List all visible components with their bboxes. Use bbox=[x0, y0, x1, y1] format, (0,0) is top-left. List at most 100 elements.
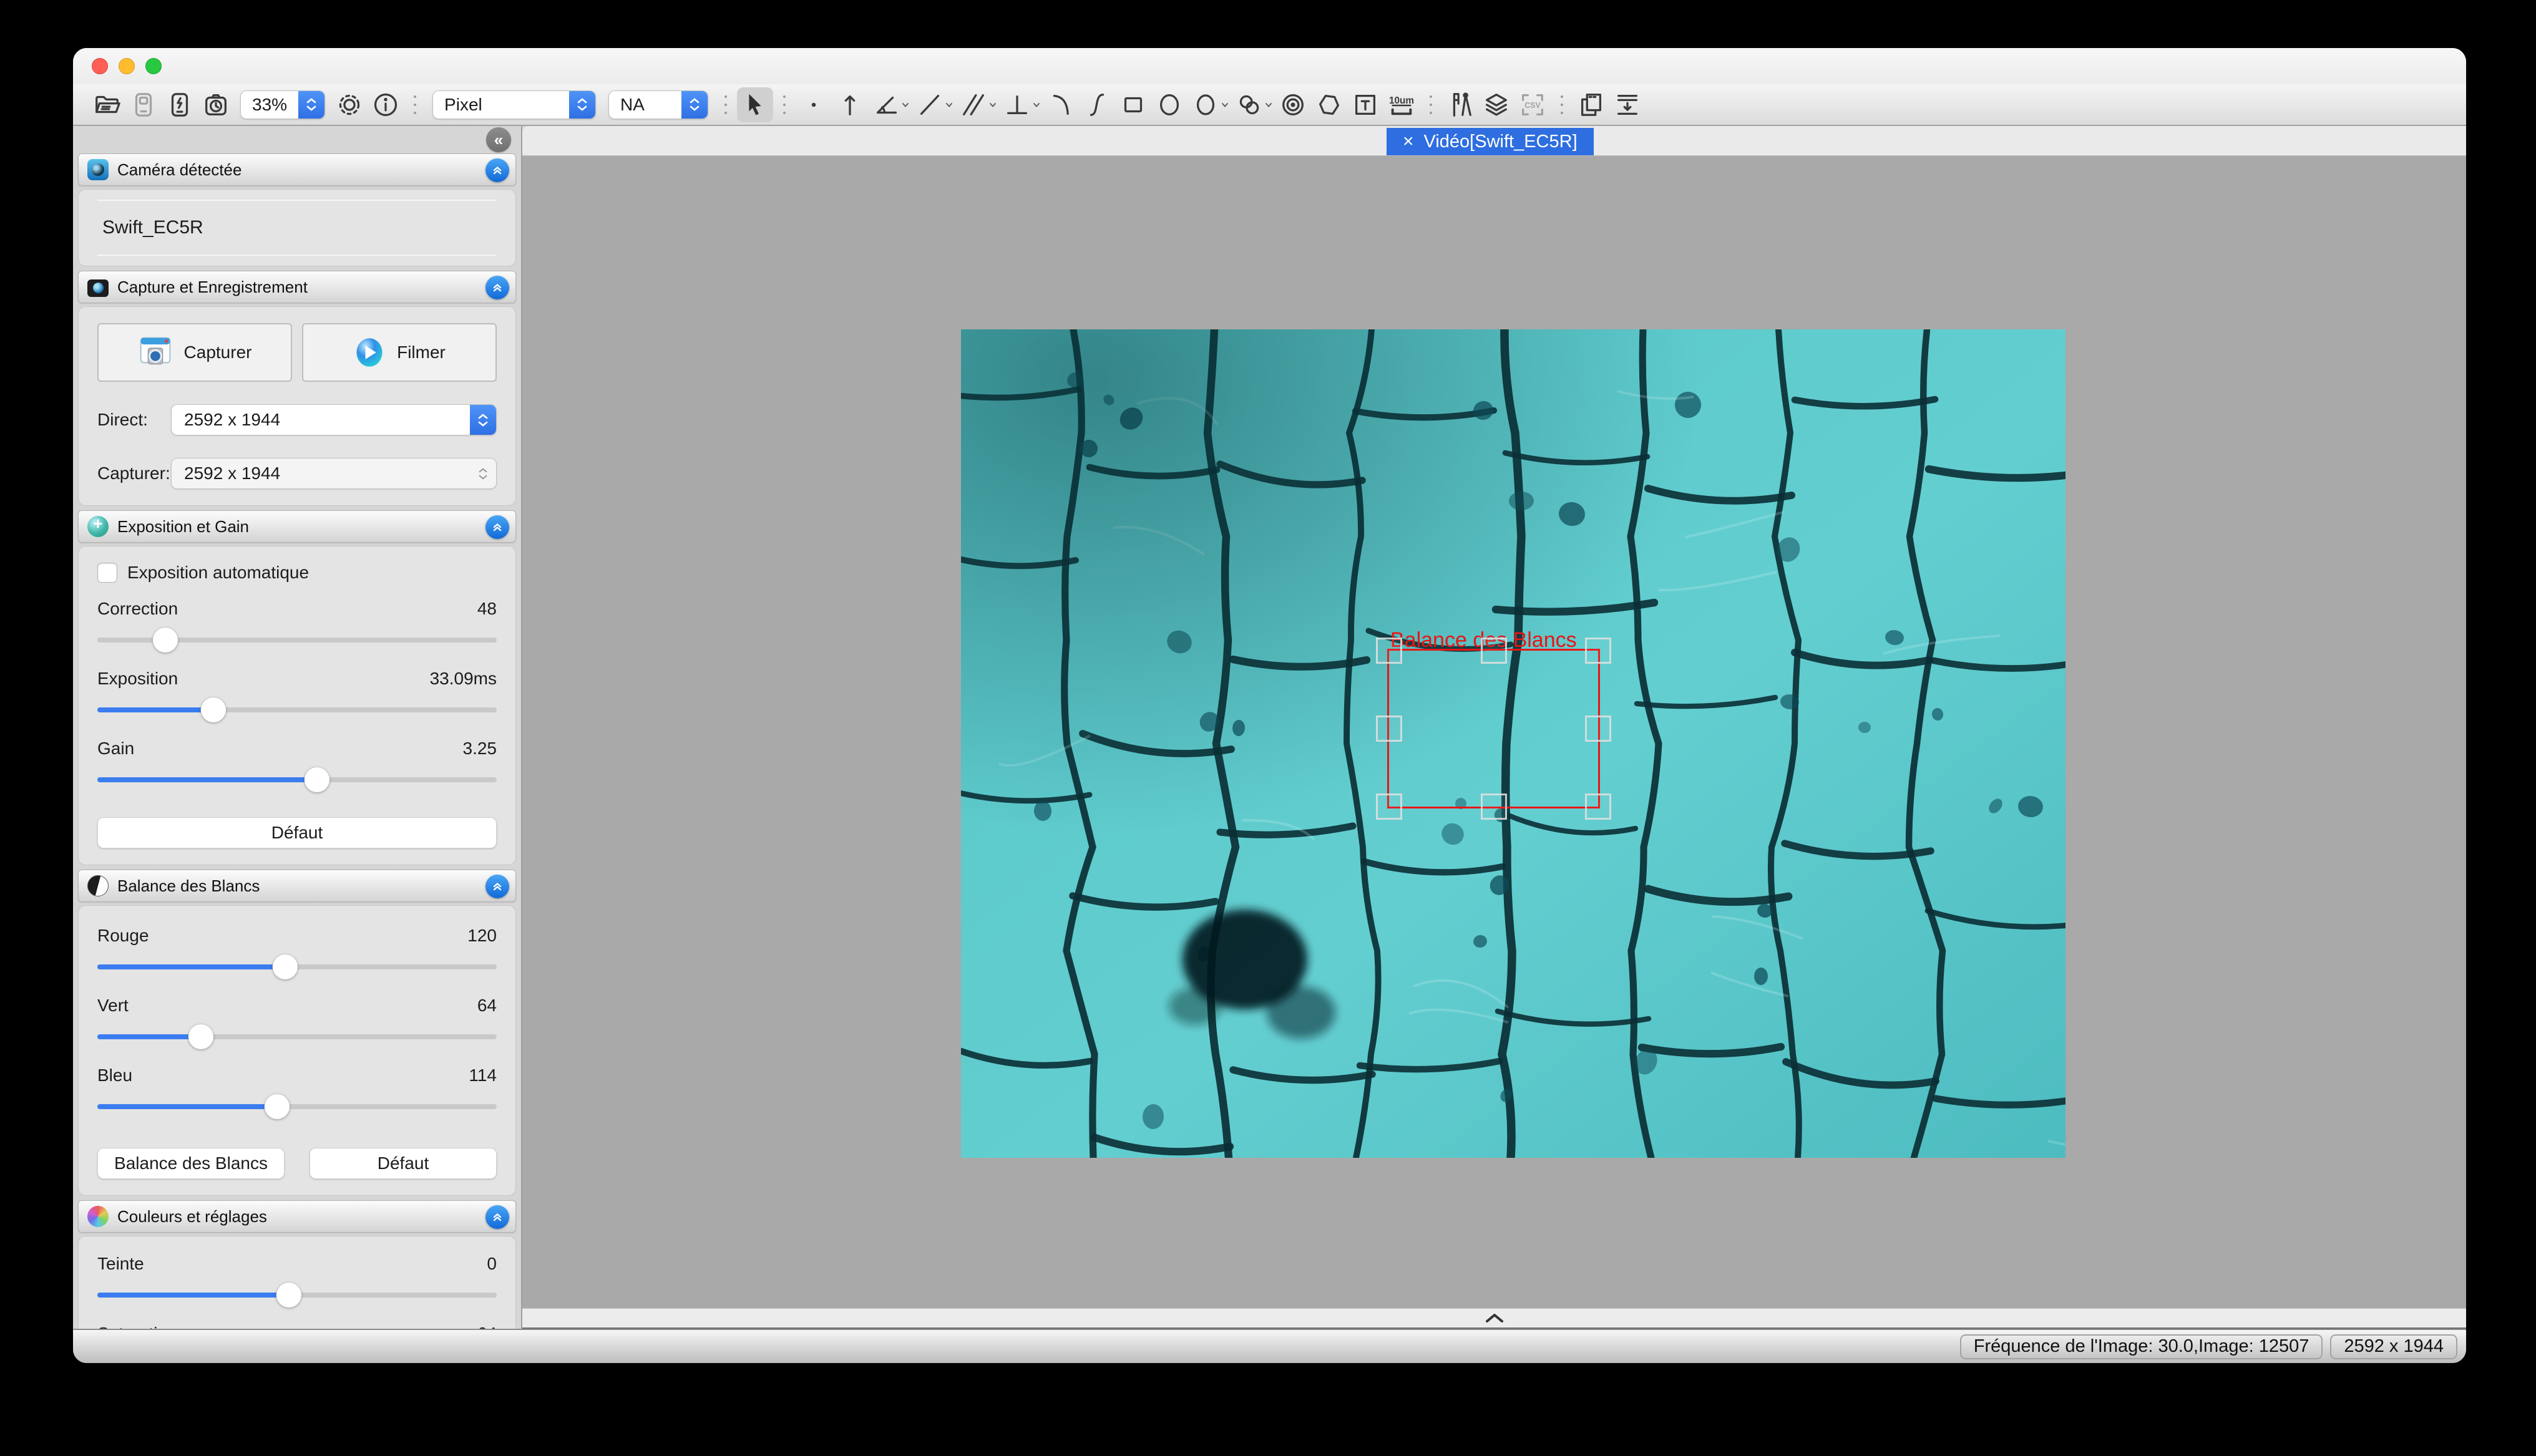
zoom-level-select[interactable]: 33% bbox=[240, 90, 325, 119]
unit-select[interactable]: Pixel bbox=[432, 90, 596, 119]
rectangle-tool-button[interactable] bbox=[1115, 87, 1151, 122]
chevron-down-icon[interactable] bbox=[1031, 100, 1041, 110]
title-bar[interactable] bbox=[73, 48, 2466, 84]
slider-thumb[interactable] bbox=[276, 1283, 301, 1308]
chevron-down-icon[interactable] bbox=[988, 100, 998, 110]
collapse-panel-button[interactable] bbox=[485, 1205, 509, 1229]
circle-icon bbox=[1191, 90, 1220, 119]
minimize-window-button[interactable] bbox=[119, 58, 135, 74]
toolbar-separator bbox=[1561, 95, 1563, 114]
white-balance-default-button[interactable]: Défaut bbox=[310, 1148, 497, 1179]
exposure-default-button[interactable]: Défaut bbox=[97, 817, 497, 848]
panel-camera-header[interactable]: Caméra détectée bbox=[78, 153, 516, 186]
tab-video[interactable]: × Vidéo[Swift_EC5R] bbox=[1387, 128, 1594, 155]
perpendicular-tool-button[interactable] bbox=[999, 87, 1035, 122]
snapshot-button[interactable] bbox=[162, 87, 198, 122]
snap-resolution-stepper-icon[interactable] bbox=[470, 459, 496, 488]
scale-bar-tool-button[interactable]: 10um bbox=[1383, 87, 1420, 122]
copy-button[interactable] bbox=[1573, 87, 1609, 122]
roi-handle[interactable] bbox=[1481, 794, 1507, 820]
collapse-panel-button[interactable] bbox=[485, 875, 509, 898]
panel-white-balance-header[interactable]: Balance des Blancs bbox=[78, 870, 516, 902]
na-stepper-icon[interactable] bbox=[681, 91, 708, 119]
correction-slider[interactable] bbox=[97, 628, 497, 653]
roi-handle[interactable] bbox=[1585, 716, 1611, 742]
line-tool-button[interactable] bbox=[912, 87, 948, 122]
hue-slider[interactable] bbox=[97, 1283, 497, 1308]
zoom-window-button[interactable] bbox=[145, 58, 162, 74]
capture-button[interactable]: Capturer bbox=[97, 323, 292, 382]
panel-white-balance-title: Balance des Blancs bbox=[117, 876, 260, 896]
roi-handle[interactable] bbox=[1376, 716, 1402, 742]
slider-thumb[interactable] bbox=[153, 628, 178, 653]
exposure-slider[interactable] bbox=[97, 697, 497, 722]
collapse-panel-button[interactable] bbox=[485, 276, 509, 299]
record-button[interactable]: Filmer bbox=[302, 323, 497, 382]
slider-thumb[interactable] bbox=[188, 1024, 213, 1049]
live-resolution-select[interactable]: 2592 x 1944 bbox=[171, 404, 497, 435]
zoom-stepper-icon[interactable] bbox=[298, 91, 324, 119]
measure-tool-button[interactable] bbox=[1442, 87, 1478, 122]
collapse-panel-button[interactable] bbox=[485, 515, 509, 539]
toolbar-separator bbox=[724, 95, 727, 114]
na-select[interactable]: NA bbox=[608, 90, 708, 119]
circle-tool-button[interactable] bbox=[1188, 87, 1224, 122]
chevron-down-icon[interactable] bbox=[900, 100, 910, 110]
layers-button[interactable] bbox=[1478, 87, 1514, 122]
chevron-down-icon[interactable] bbox=[1264, 100, 1274, 110]
auto-exposure-checkbox[interactable] bbox=[97, 563, 117, 583]
white-balance-roi[interactable]: Balance des Blancs bbox=[1387, 649, 1600, 808]
concentric-circles-tool-button[interactable] bbox=[1275, 87, 1311, 122]
close-window-button[interactable] bbox=[92, 58, 108, 74]
snap-resolution-select[interactable]: 2592 x 1944 bbox=[171, 458, 497, 489]
save-button[interactable] bbox=[125, 87, 162, 122]
text-tool-button[interactable] bbox=[1347, 87, 1383, 122]
roi-handle[interactable] bbox=[1481, 638, 1507, 664]
info-button[interactable] bbox=[368, 87, 404, 122]
annulus-tool-button[interactable] bbox=[1231, 87, 1267, 122]
slider-thumb[interactable] bbox=[305, 767, 329, 792]
flatten-button[interactable] bbox=[1609, 87, 1646, 122]
panel-capture-header[interactable]: Capture et Enregistrement bbox=[78, 271, 516, 303]
polygon-tool-button[interactable] bbox=[1311, 87, 1347, 122]
panel-exposure-header[interactable]: Exposition et Gain bbox=[78, 510, 516, 543]
export-csv-button[interactable]: CSV bbox=[1514, 87, 1551, 122]
gain-slider[interactable] bbox=[97, 767, 497, 792]
pointer-tool-button[interactable] bbox=[737, 87, 773, 122]
timer-capture-button[interactable] bbox=[198, 87, 234, 122]
chevron-down-icon[interactable] bbox=[1220, 100, 1230, 110]
white-balance-button[interactable]: Balance des Blancs bbox=[97, 1148, 285, 1179]
collapse-panel-button[interactable] bbox=[485, 158, 509, 182]
roi-handle[interactable] bbox=[1376, 638, 1402, 664]
roi-handle[interactable] bbox=[1585, 794, 1611, 820]
ellipse-tool-button[interactable] bbox=[1151, 87, 1188, 122]
curve-tool-button[interactable] bbox=[1079, 87, 1115, 122]
roi-handle[interactable] bbox=[1585, 638, 1611, 664]
image-canvas[interactable]: Balance des Blancs bbox=[522, 156, 2466, 1308]
slider-thumb[interactable] bbox=[201, 697, 226, 722]
slider-thumb[interactable] bbox=[273, 954, 298, 979]
red-slider[interactable] bbox=[97, 954, 497, 979]
panel-colors-header[interactable]: Couleurs et réglages bbox=[78, 1200, 516, 1233]
pointer-icon bbox=[741, 90, 769, 119]
slider-thumb[interactable] bbox=[265, 1094, 290, 1119]
sidebar-collapse-button[interactable]: « bbox=[486, 127, 511, 152]
unit-stepper-icon[interactable] bbox=[569, 91, 595, 119]
arc-tool-button[interactable] bbox=[1043, 87, 1079, 122]
status-bar: Fréquence de l'Image: 30.0,Image: 12507 … bbox=[73, 1329, 2466, 1363]
open-file-button[interactable] bbox=[89, 87, 125, 122]
slider-fill bbox=[97, 1034, 201, 1039]
settings-button[interactable] bbox=[331, 87, 368, 122]
angle-tool-button[interactable] bbox=[868, 87, 904, 122]
parallel-lines-tool-button[interactable] bbox=[955, 87, 992, 122]
arrow-tool-button[interactable] bbox=[832, 87, 868, 122]
roi-handle[interactable] bbox=[1376, 794, 1402, 820]
blue-slider[interactable] bbox=[97, 1094, 497, 1119]
live-resolution-stepper-icon[interactable] bbox=[470, 405, 496, 435]
tab-close-icon[interactable]: × bbox=[1403, 132, 1414, 151]
expand-strip[interactable] bbox=[522, 1308, 2466, 1329]
green-slider[interactable] bbox=[97, 1024, 497, 1049]
chevron-down-icon[interactable] bbox=[944, 100, 954, 110]
microscope-live-image[interactable]: Balance des Blancs bbox=[961, 329, 2065, 1158]
point-tool-button[interactable] bbox=[796, 87, 832, 122]
